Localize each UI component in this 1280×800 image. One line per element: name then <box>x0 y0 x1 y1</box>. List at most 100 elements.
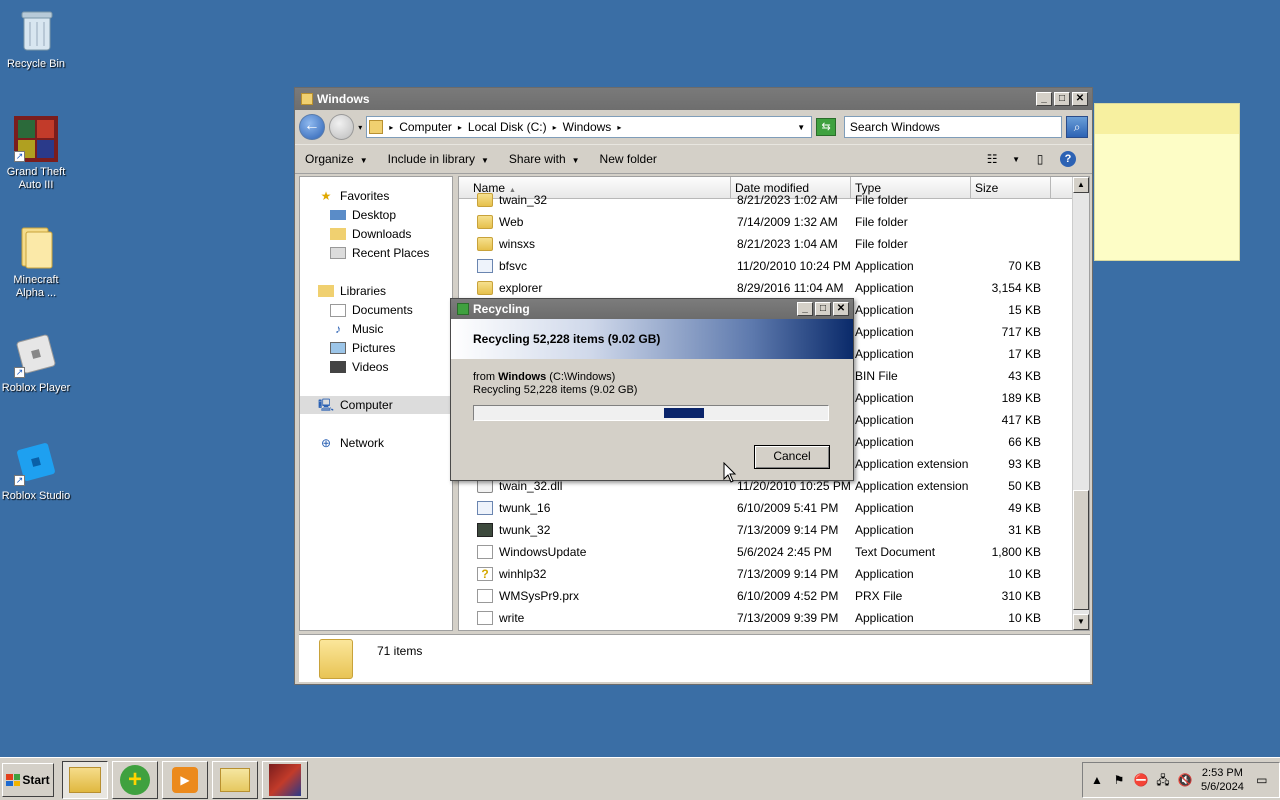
table-row[interactable]: write 7/13/2009 9:39 PM Application 10 KB <box>459 607 1075 629</box>
volume-muted-icon[interactable]: 🔇 <box>1177 772 1193 788</box>
file-type: Application <box>855 347 914 361</box>
desktop-icon <box>330 210 346 220</box>
forward-button[interactable] <box>328 114 355 140</box>
minimize-button[interactable]: _ <box>1036 92 1052 106</box>
share-with-button[interactable]: Share with ▼ <box>509 152 580 166</box>
nav-music[interactable]: ♪ Music <box>300 320 450 338</box>
table-row[interactable]: WMSysPr9.prx 6/10/2009 4:52 PM PRX File 310… <box>459 585 1075 607</box>
file-name: twunk_16 <box>499 501 551 515</box>
file-size: 417 KB <box>1001 413 1041 427</box>
desktop-icon-gta3[interactable]: ↗ Grand Theft Auto III <box>0 116 72 192</box>
file-date: 7/13/2009 9:14 PM <box>737 567 839 581</box>
file-date: 6/10/2009 5:41 PM <box>737 501 839 515</box>
view-options-icon[interactable]: ☷ <box>984 152 1000 166</box>
table-row[interactable]: bfsvc 11/20/2010 10:24 PM Application 70 KB <box>459 255 1075 277</box>
desktop-icon-recycle-bin[interactable]: Recycle Bin <box>0 8 72 71</box>
show-hidden-icons-icon[interactable]: ▲ <box>1089 772 1105 788</box>
dialog-heading: Recycling 52,228 items (9.02 GB) <box>451 319 853 359</box>
address-bar[interactable]: ▸ Computer ▸ Local Disk (C:) ▸ Windows ▸… <box>366 116 813 138</box>
nav-documents[interactable]: Documents <box>300 301 450 319</box>
file-type: Application <box>855 259 914 273</box>
dialog-minimize-button[interactable]: _ <box>797 302 813 316</box>
dialog-titlebar[interactable]: Recycling _ □ ✕ <box>451 299 853 319</box>
taskbar-folder[interactable] <box>212 761 258 799</box>
desktop-icon-roblox-player[interactable]: ↗ Roblox Player <box>0 332 72 395</box>
vertical-scrollbar[interactable]: ▲ ▼ <box>1072 177 1089 630</box>
close-button[interactable]: ✕ <box>1072 92 1088 106</box>
file-type: Application <box>855 567 914 581</box>
maximize-button[interactable]: □ <box>1054 92 1070 106</box>
breadcrumb-local-disk[interactable]: Local Disk (C:) <box>468 120 547 134</box>
search-icon[interactable]: ⌕ <box>1066 116 1088 138</box>
ext-file-icon <box>477 479 493 493</box>
dialog-source: from Windows (C:\Windows) <box>473 371 616 383</box>
clock[interactable]: 2:53 PM 5/6/2024 <box>1201 766 1244 794</box>
breadcrumb-windows[interactable]: Windows <box>563 120 612 134</box>
scroll-down-button[interactable]: ▼ <box>1073 614 1089 630</box>
nav-videos[interactable]: Videos <box>300 358 450 376</box>
table-row[interactable]: WindowsUpdate 5/6/2024 2:45 PM Text Docume… <box>459 541 1075 563</box>
stop-icon[interactable]: ⛔ <box>1133 772 1149 788</box>
nav-downloads[interactable]: Downloads <box>300 225 450 243</box>
nav-favorites[interactable]: ★ Favorites <box>300 187 450 205</box>
file-name-cell: Web <box>459 215 731 229</box>
help-icon[interactable]: ? <box>1060 151 1076 167</box>
table-row[interactable]: explorer 8/29/2016 11:04 AM Application 3,1… <box>459 277 1075 299</box>
pictures-icon <box>330 342 346 354</box>
scroll-thumb[interactable] <box>1073 490 1089 610</box>
taskbar-explorer[interactable] <box>62 761 108 799</box>
new-folder-button[interactable]: New folder <box>600 152 657 166</box>
taskbar-app-green[interactable]: + <box>112 761 158 799</box>
table-row[interactable]: twunk_16 6/10/2009 5:41 PM Application 49 K… <box>459 497 1075 519</box>
table-row[interactable]: winsxs 8/21/2023 1:04 AM File folder <box>459 233 1075 255</box>
dialog-title: Recycling <box>473 302 530 316</box>
nav-libraries[interactable]: Libraries <box>300 282 450 300</box>
dialog-maximize-button[interactable]: □ <box>815 302 831 316</box>
computer-icon: 🖳 <box>318 398 335 412</box>
chevron-down-icon[interactable]: ▼ <box>1012 155 1020 164</box>
breadcrumb-computer[interactable]: Computer <box>399 120 452 134</box>
nav-recent-places[interactable]: Recent Places <box>300 244 450 262</box>
refresh-button[interactable]: ⇆ <box>816 118 836 136</box>
taskbar-gta3[interactable] <box>262 761 308 799</box>
desktop-icon-minecraft[interactable]: Minecraft Alpha ... <box>0 224 72 300</box>
taskbar-media-player[interactable]: ▶ <box>162 761 208 799</box>
dialog-close-button[interactable]: ✕ <box>833 302 849 316</box>
gta3-icon <box>269 764 301 796</box>
chevron-down-icon[interactable]: ▾ <box>358 123 362 132</box>
action-center-flag-icon[interactable]: ⚑ <box>1111 772 1127 788</box>
folder-icon <box>301 93 313 105</box>
desktop-icon-roblox-studio[interactable]: ↗ Roblox Studio <box>0 440 72 503</box>
file-type: Application <box>855 501 914 515</box>
back-button[interactable]: ← <box>299 114 325 140</box>
organize-button[interactable]: Organize ▼ <box>305 152 368 166</box>
file-type: Application <box>855 391 914 405</box>
address-dropdown-icon[interactable]: ▼ <box>797 123 805 132</box>
folder-file-icon <box>477 237 493 251</box>
file-size: 17 KB <box>1008 347 1041 361</box>
table-row[interactable]: ? winhlp32 7/13/2009 9:14 PM Application 10 … <box>459 563 1075 585</box>
nav-network[interactable]: ⊕ Network <box>300 434 450 452</box>
window-title: Windows <box>317 92 370 106</box>
scroll-up-button[interactable]: ▲ <box>1073 177 1089 193</box>
table-row[interactable]: twunk_32 7/13/2009 9:14 PM Application 31 K… <box>459 519 1075 541</box>
table-row[interactable]: Web 7/14/2009 1:32 AM File folder <box>459 211 1075 233</box>
sticky-note[interactable] <box>1094 103 1240 261</box>
preview-pane-icon[interactable]: ▯ <box>1032 152 1048 166</box>
cancel-button[interactable]: Cancel <box>754 445 830 469</box>
show-desktop-icon[interactable]: ▭ <box>1254 772 1270 788</box>
search-input[interactable]: Search Windows <box>843 116 1063 138</box>
file-name-cell: twunk_32 <box>459 523 731 537</box>
network-icon[interactable]: 🖧 <box>1155 772 1171 788</box>
nav-pictures[interactable]: Pictures <box>300 339 450 357</box>
file-size: 10 KB <box>1008 611 1041 625</box>
start-button[interactable]: Start <box>2 763 54 797</box>
breadcrumb-separator-icon: ▸ <box>389 122 394 132</box>
explorer-titlebar[interactable]: Windows _ □ ✕ <box>295 88 1092 110</box>
include-in-library-button[interactable]: Include in library ▼ <box>388 152 489 166</box>
table-row[interactable]: twain_32 8/21/2023 1:02 AM File folder <box>459 189 1075 211</box>
doc-file-icon <box>477 589 493 603</box>
file-name: WMSysPr9.prx <box>499 589 580 603</box>
nav-computer[interactable]: 🖳 Computer <box>300 396 450 414</box>
nav-desktop[interactable]: Desktop <box>300 206 450 224</box>
